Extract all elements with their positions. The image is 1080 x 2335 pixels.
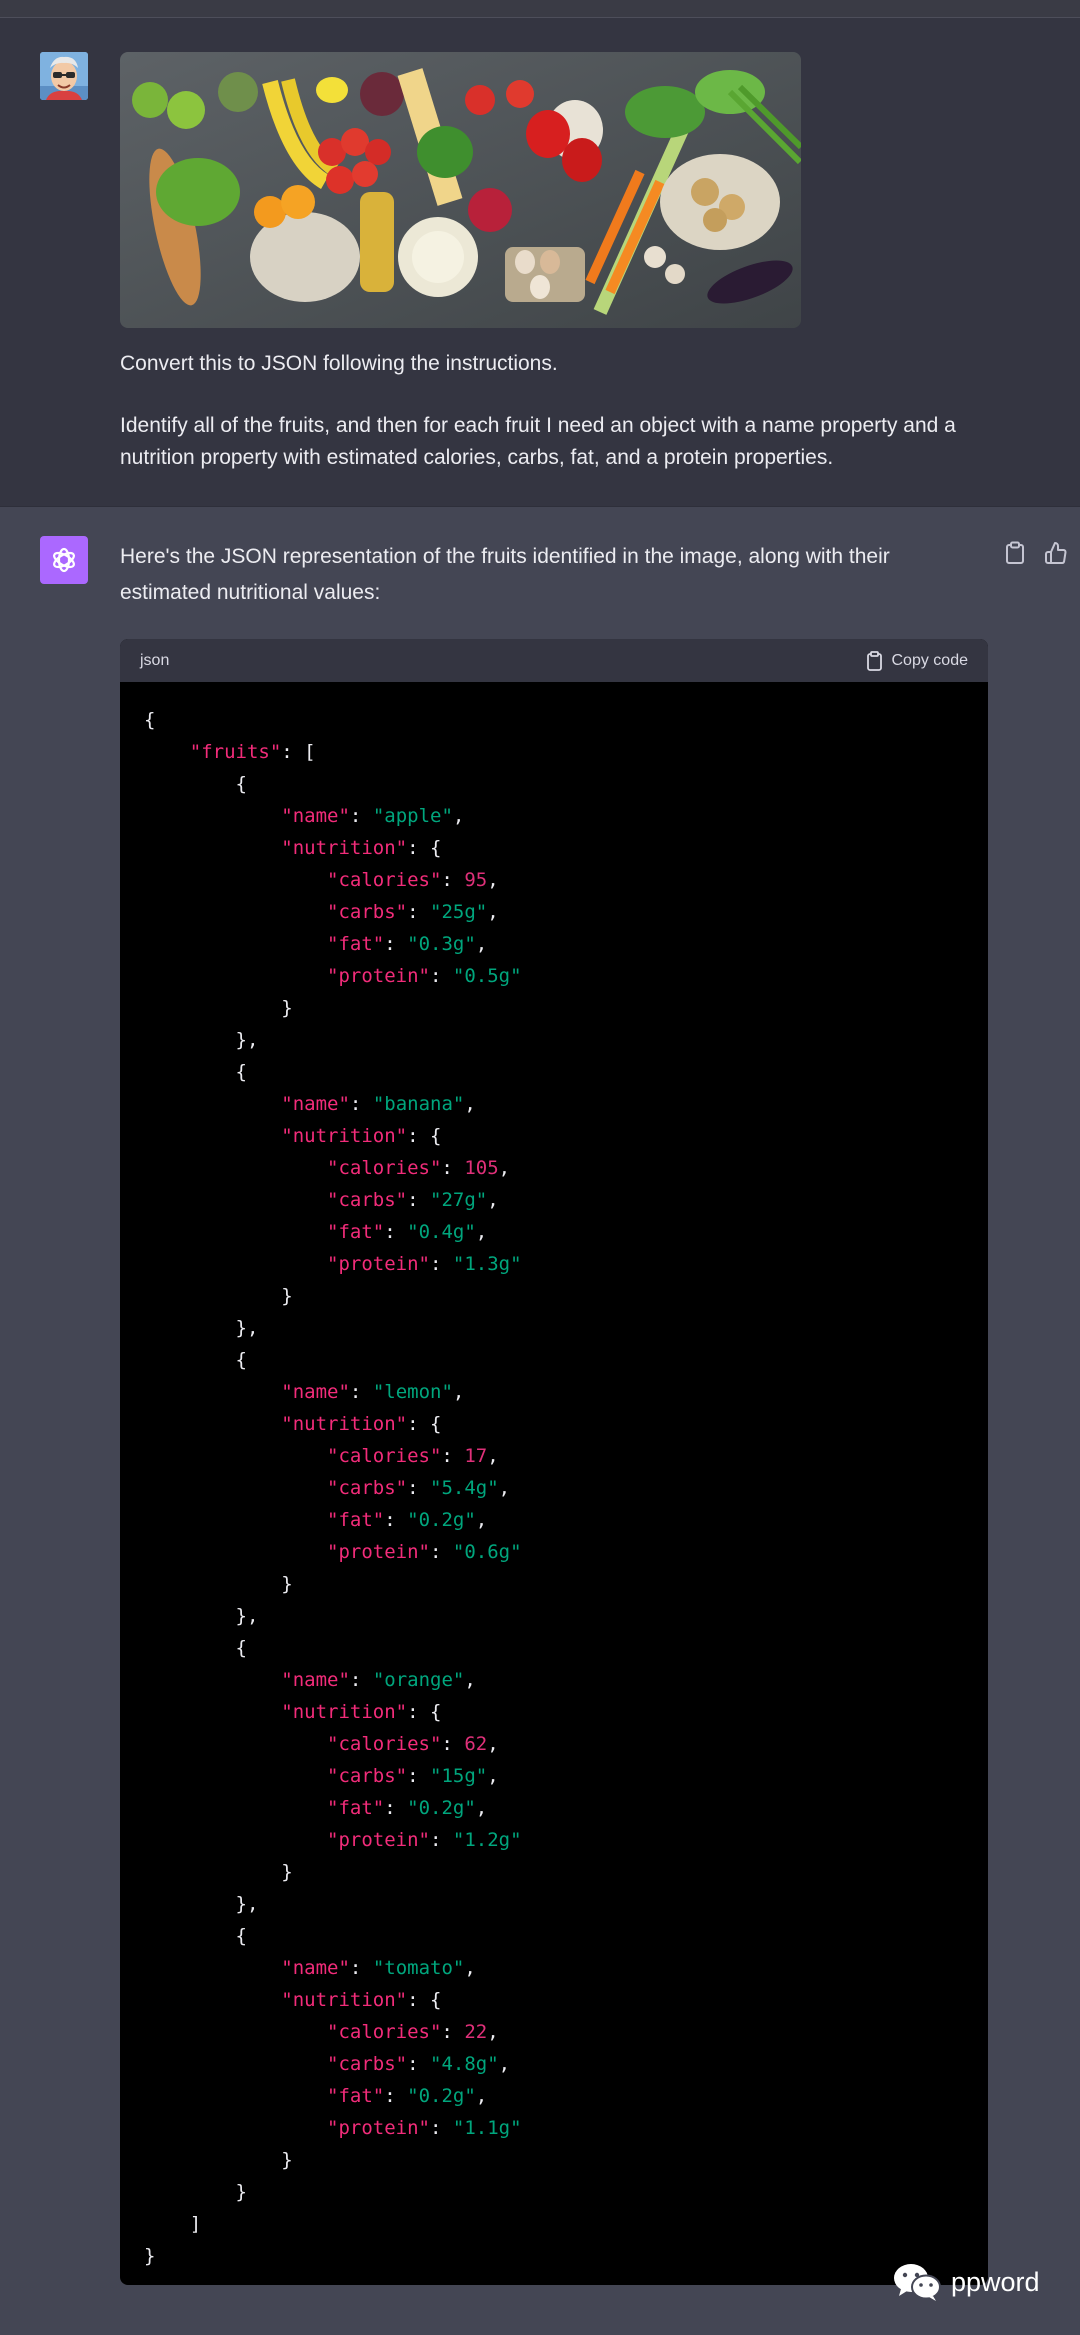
json-key: "fat" [327, 933, 385, 955]
json-key: "protein" [327, 965, 430, 987]
json-string: "0.4g" [407, 1221, 476, 1243]
json-string: "0.2g" [407, 1797, 476, 1819]
json-string: "0.5g" [452, 965, 522, 987]
json-string: "25g" [430, 901, 488, 923]
json-string: "1.2g" [452, 1829, 522, 1851]
json-key: "name" [281, 1957, 350, 1979]
json-key: "fat" [327, 2085, 385, 2107]
json-key: "calories" [327, 1445, 442, 1467]
json-string: "0.2g" [407, 2085, 476, 2107]
json-number: 17 [464, 1445, 488, 1467]
json-key: "protein" [327, 1253, 430, 1275]
json-string: "27g" [430, 1189, 488, 1211]
json-key: "nutrition" [281, 1125, 408, 1147]
json-key: "nutrition" [281, 837, 408, 859]
openai-logo-icon [53, 547, 75, 573]
json-key: "fat" [327, 1509, 385, 1531]
json-number: 105 [464, 1157, 499, 1179]
json-number: 22 [464, 2021, 488, 2043]
json-string: "0.3g" [407, 933, 476, 955]
assistant-message: Here's the JSON representation of the fr… [0, 507, 1080, 2335]
json-key: "fat" [327, 1797, 385, 1819]
user-message: Convert this to JSON following the instr… [0, 18, 1080, 507]
clipboard-icon [866, 650, 882, 671]
json-key: "fat" [327, 1221, 385, 1243]
json-key: "calories" [327, 1157, 442, 1179]
json-key: "nutrition" [281, 1701, 408, 1723]
json-string: "1.3g" [452, 1253, 522, 1275]
json-number: 62 [464, 1733, 488, 1755]
json-string: "5.4g" [430, 1477, 499, 1499]
json-key: "carbs" [327, 2053, 408, 2075]
json-key: "name" [281, 1669, 350, 1691]
json-string: "4.8g" [430, 2053, 499, 2075]
user-message-text-1: Convert this to JSON following the instr… [120, 352, 558, 375]
json-key: "protein" [327, 2117, 430, 2139]
json-string: "15g" [430, 1765, 488, 1787]
json-key: "nutrition" [281, 1413, 408, 1435]
watermark: ppword [893, 2263, 1040, 2301]
user-message-text-3: nutrition property with estimated calori… [120, 446, 834, 469]
user-avatar [40, 52, 88, 100]
json-key: "fruits" [189, 741, 282, 763]
user-message-text-2: Identify all of the fruits, and then for… [120, 414, 956, 437]
json-number: 95 [464, 869, 488, 891]
json-string: "1.1g" [452, 2117, 522, 2139]
top-bar [0, 0, 1080, 18]
json-key: "carbs" [327, 1765, 408, 1787]
json-key: "carbs" [327, 1189, 408, 1211]
message-actions [1004, 541, 1068, 565]
json-string: "apple" [372, 805, 453, 827]
json-key: "name" [281, 805, 350, 827]
copy-code-label: Copy code [891, 651, 969, 669]
json-key: "protein" [327, 1541, 430, 1563]
json-code: { "fruits": [ { "name": "apple", "nutrit… [144, 709, 522, 2267]
json-key: "protein" [327, 1829, 430, 1851]
json-key: "nutrition" [281, 1989, 408, 2011]
json-string: "tomato" [372, 1957, 465, 1979]
assistant-intro-1: Here's the JSON representation of the fr… [120, 545, 890, 568]
json-string: "0.6g" [452, 1541, 522, 1563]
thumbs-up-icon[interactable] [1044, 541, 1068, 565]
wechat-icon [894, 2264, 941, 2301]
json-key: "calories" [327, 2021, 442, 2043]
code-block-header: json Copy code [120, 639, 988, 682]
copy-code-button[interactable]: Copy code [866, 650, 969, 671]
json-key: "calories" [327, 1733, 442, 1755]
assistant-intro-2: estimated nutritional values: [120, 581, 381, 604]
clipboard-icon[interactable] [1004, 541, 1026, 565]
json-key: "calories" [327, 869, 442, 891]
json-string: "banana" [372, 1093, 465, 1115]
json-key: "name" [281, 1381, 350, 1403]
vegetables-photo [120, 52, 801, 328]
json-key: "carbs" [327, 1477, 408, 1499]
code-language-label: json [140, 651, 170, 669]
json-string: "lemon" [372, 1381, 453, 1403]
json-key: "carbs" [327, 901, 408, 923]
json-string: "0.2g" [407, 1509, 476, 1531]
code-block: json Copy code { "fruits": [ { "name": "… [120, 639, 988, 2285]
json-key: "name" [281, 1093, 350, 1115]
json-string: "orange" [372, 1669, 465, 1691]
watermark-text: ppword [951, 2266, 1040, 2297]
assistant-avatar [40, 536, 88, 584]
